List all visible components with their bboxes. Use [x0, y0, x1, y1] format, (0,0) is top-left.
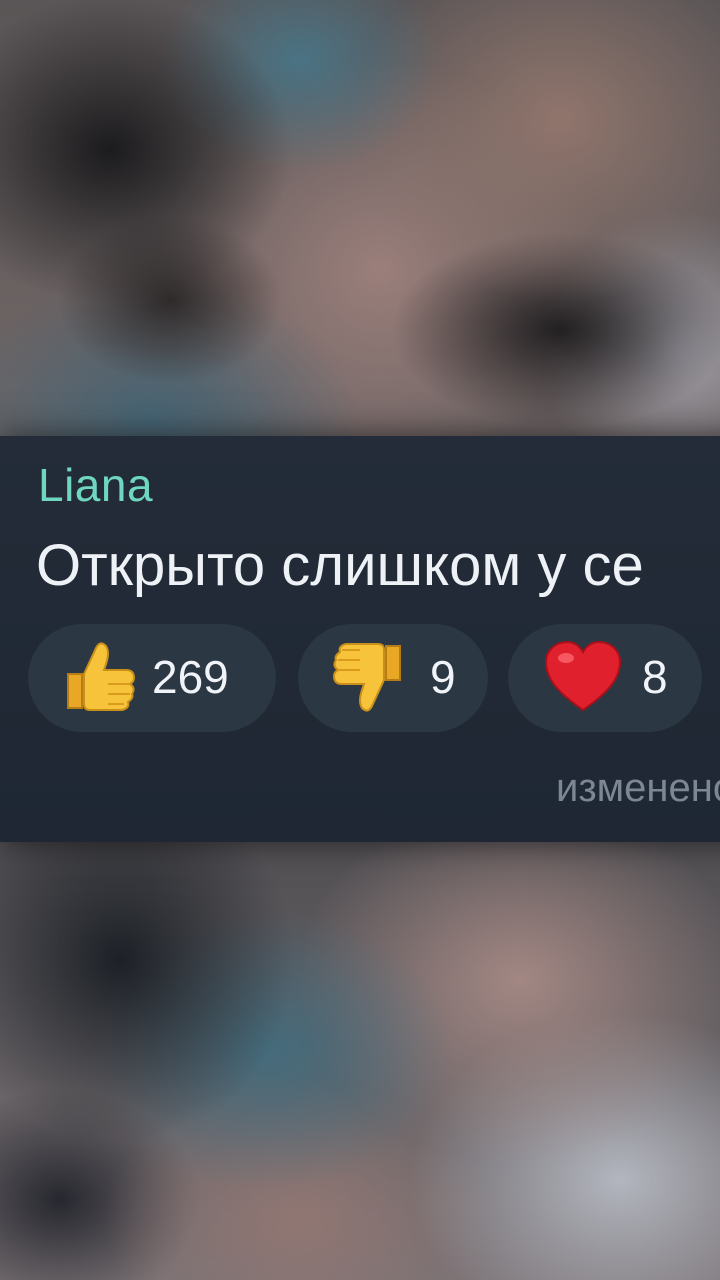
sender-name[interactable]: Liana — [38, 458, 153, 512]
reaction-heart[interactable]: 8 — [508, 624, 702, 732]
reaction-count: 269 — [152, 651, 229, 703]
reaction-count: 9 — [430, 651, 456, 703]
reactions-bar: 269 9 8 — [0, 624, 720, 734]
thumbs-down-icon — [324, 634, 410, 720]
reaction-thumbs-up[interactable]: 269 — [28, 624, 276, 732]
red-heart-icon — [540, 634, 626, 720]
screen: Liana Открыто слишком у се 269 9 8 измен… — [0, 0, 720, 1280]
reaction-count: 8 — [642, 651, 668, 703]
thumbs-up-icon — [56, 634, 142, 720]
edited-label: изменено — [556, 766, 720, 810]
message-text: Открыто слишком у се — [36, 533, 644, 598]
chat-message-card[interactable]: Liana Открыто слишком у се 269 9 8 измен… — [0, 436, 720, 842]
reaction-thumbs-down[interactable]: 9 — [298, 624, 488, 732]
